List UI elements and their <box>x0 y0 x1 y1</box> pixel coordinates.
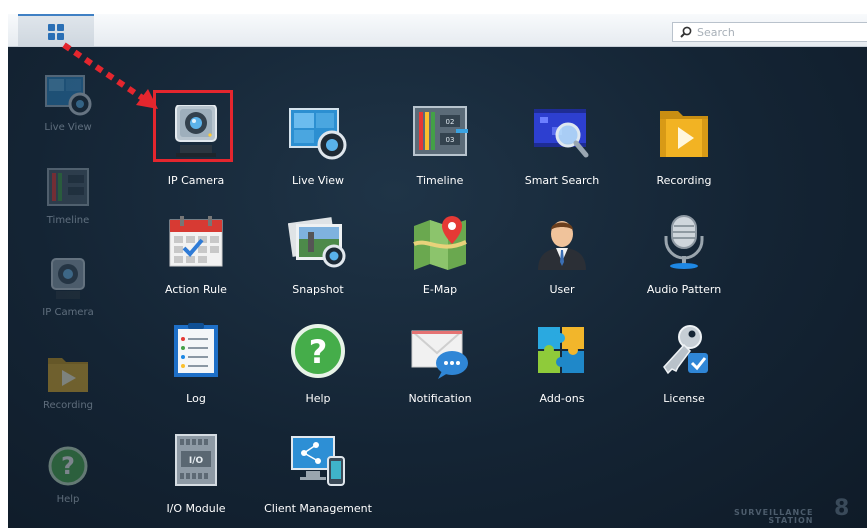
app-license[interactable]: License <box>623 323 745 405</box>
dock-item-label: Live View <box>44 122 92 133</box>
dock-item-ip-camera[interactable]: IP Camera <box>8 257 128 318</box>
app-label: Snapshot <box>292 283 344 296</box>
help-icon: ? <box>288 323 348 379</box>
notification-icon <box>410 323 470 379</box>
dock-item-label: Timeline <box>46 215 90 226</box>
app-label: E-Map <box>422 283 458 296</box>
brand-watermark: SURVEILLANCE STATION 8 <box>734 498 849 525</box>
io-module-icon-text: I/O <box>189 456 204 466</box>
dock-item-label: Help <box>56 494 80 505</box>
app-log[interactable]: Log <box>135 323 257 405</box>
search-box[interactable] <box>672 22 867 42</box>
user-icon <box>532 214 592 270</box>
app-notification[interactable]: Notification <box>379 323 501 405</box>
ip-camera-icon <box>166 105 226 161</box>
app-label: Timeline <box>416 174 464 187</box>
app-smart-search[interactable]: Smart Search <box>501 105 623 187</box>
app-label: License <box>663 392 705 405</box>
dock-item-timeline[interactable]: Timeline <box>8 165 128 226</box>
emap-icon <box>410 214 470 270</box>
help-icon: ? <box>44 444 92 490</box>
recording-icon <box>44 350 92 396</box>
desktop: Live View Timeline IP Camera Recording ?… <box>8 42 867 528</box>
dock-item-help[interactable]: ? Help <box>8 444 128 505</box>
dock-item-recording[interactable]: Recording <box>8 350 128 411</box>
app-label: Notification <box>408 392 472 405</box>
dock-item-label: Recording <box>42 400 93 411</box>
svg-text:?: ? <box>309 333 328 371</box>
search-input[interactable] <box>697 24 857 40</box>
app-label: Action Rule <box>165 283 227 296</box>
license-icon <box>654 323 714 379</box>
app-label: Live View <box>291 174 345 187</box>
main-menu-icon <box>48 24 64 40</box>
app-label: Client Management <box>264 502 372 515</box>
timeline-icon-text-top: 02 <box>446 118 455 126</box>
timeline-icon <box>44 165 92 211</box>
app-label: Audio Pattern <box>646 283 722 296</box>
app-user[interactable]: User <box>501 214 623 296</box>
client-management-icon <box>288 433 348 489</box>
app-emap[interactable]: E-Map <box>379 214 501 296</box>
app-label: Add-ons <box>539 392 585 405</box>
smart-search-icon <box>532 105 592 161</box>
app-label: Log <box>186 392 206 405</box>
addons-icon <box>532 323 592 379</box>
app-io-module[interactable]: I/O I/O Module <box>135 433 257 515</box>
brand-line2: STATION <box>768 516 814 525</box>
timeline-icon: 02 03 <box>410 105 470 161</box>
ip-camera-icon <box>44 257 92 303</box>
app-audio-pattern[interactable]: Audio Pattern <box>623 214 745 296</box>
app-client-management[interactable]: Client Management <box>257 433 379 515</box>
app-ip-camera[interactable]: IP Camera <box>135 105 257 187</box>
action-rule-icon <box>166 214 226 270</box>
io-module-icon: I/O <box>166 433 226 489</box>
app-help[interactable]: ? Help <box>257 323 379 405</box>
audio-pattern-icon <box>654 214 714 270</box>
app-action-rule[interactable]: Action Rule <box>135 214 257 296</box>
live-view-icon <box>288 105 348 161</box>
dock-item-label: IP Camera <box>42 307 94 318</box>
app-timeline[interactable]: 02 03 Timeline <box>379 105 501 187</box>
app-label: I/O Module <box>166 502 226 515</box>
app-live-view[interactable]: Live View <box>257 105 379 187</box>
app-recording[interactable]: Recording <box>623 105 745 187</box>
app-snapshot[interactable]: Snapshot <box>257 214 379 296</box>
app-label: Help <box>305 392 331 405</box>
app-label: User <box>549 283 575 296</box>
brand-version: 8 <box>834 496 851 521</box>
recording-icon <box>654 105 714 161</box>
log-icon <box>166 323 226 379</box>
app-label: IP Camera <box>167 174 225 187</box>
svg-text:?: ? <box>61 452 75 480</box>
timeline-icon-text-bottom: 03 <box>446 136 455 144</box>
app-addons[interactable]: Add-ons <box>501 323 623 405</box>
snapshot-icon <box>288 214 348 270</box>
app-label: Smart Search <box>524 174 600 187</box>
search-icon <box>680 26 692 38</box>
app-label: Recording <box>656 174 712 187</box>
